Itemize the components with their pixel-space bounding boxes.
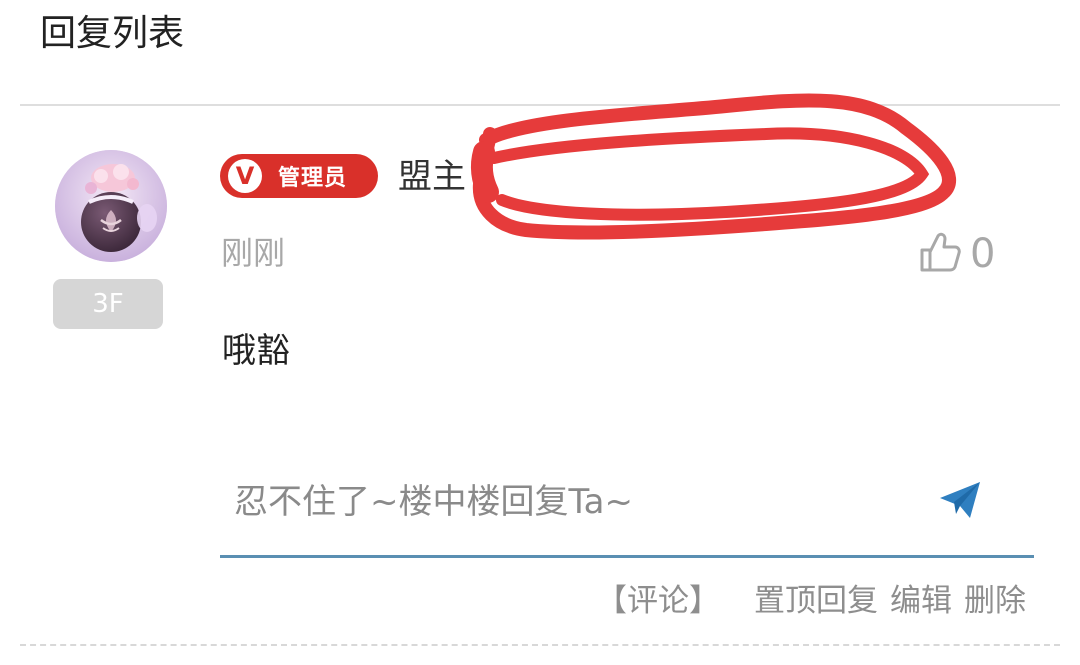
- admin-badge: V 管理员: [220, 154, 378, 198]
- like-button[interactable]: 0: [918, 226, 995, 282]
- pin-reply-link[interactable]: 置顶回复: [754, 576, 878, 626]
- reply-content: 哦豁: [222, 331, 290, 371]
- reply-actions: 【评论】 置顶回复 编辑 删除: [596, 576, 1026, 626]
- reply-box: [220, 460, 1034, 558]
- like-count: 0: [970, 231, 996, 277]
- reply-input[interactable]: [234, 474, 914, 530]
- floor-badge: 3F: [53, 279, 163, 329]
- bottom-divider: [20, 644, 1060, 646]
- thumbs-up-icon: [918, 230, 962, 278]
- timestamp: 刚刚: [221, 234, 286, 272]
- edit-link[interactable]: 编辑: [890, 576, 952, 626]
- v-verified-icon: V: [228, 159, 262, 193]
- send-button[interactable]: [934, 476, 986, 528]
- delete-link[interactable]: 删除: [964, 576, 1026, 626]
- paper-plane-icon: [938, 478, 982, 526]
- avatar[interactable]: [55, 150, 167, 262]
- username[interactable]: 盟主: [398, 152, 466, 202]
- comment-link[interactable]: 【评论】: [596, 576, 720, 626]
- red-scribble-redaction: [470, 93, 957, 240]
- section-title: 回复列表: [40, 13, 185, 54]
- avatar-image: [55, 150, 167, 262]
- admin-badge-label: 管理员: [278, 166, 348, 191]
